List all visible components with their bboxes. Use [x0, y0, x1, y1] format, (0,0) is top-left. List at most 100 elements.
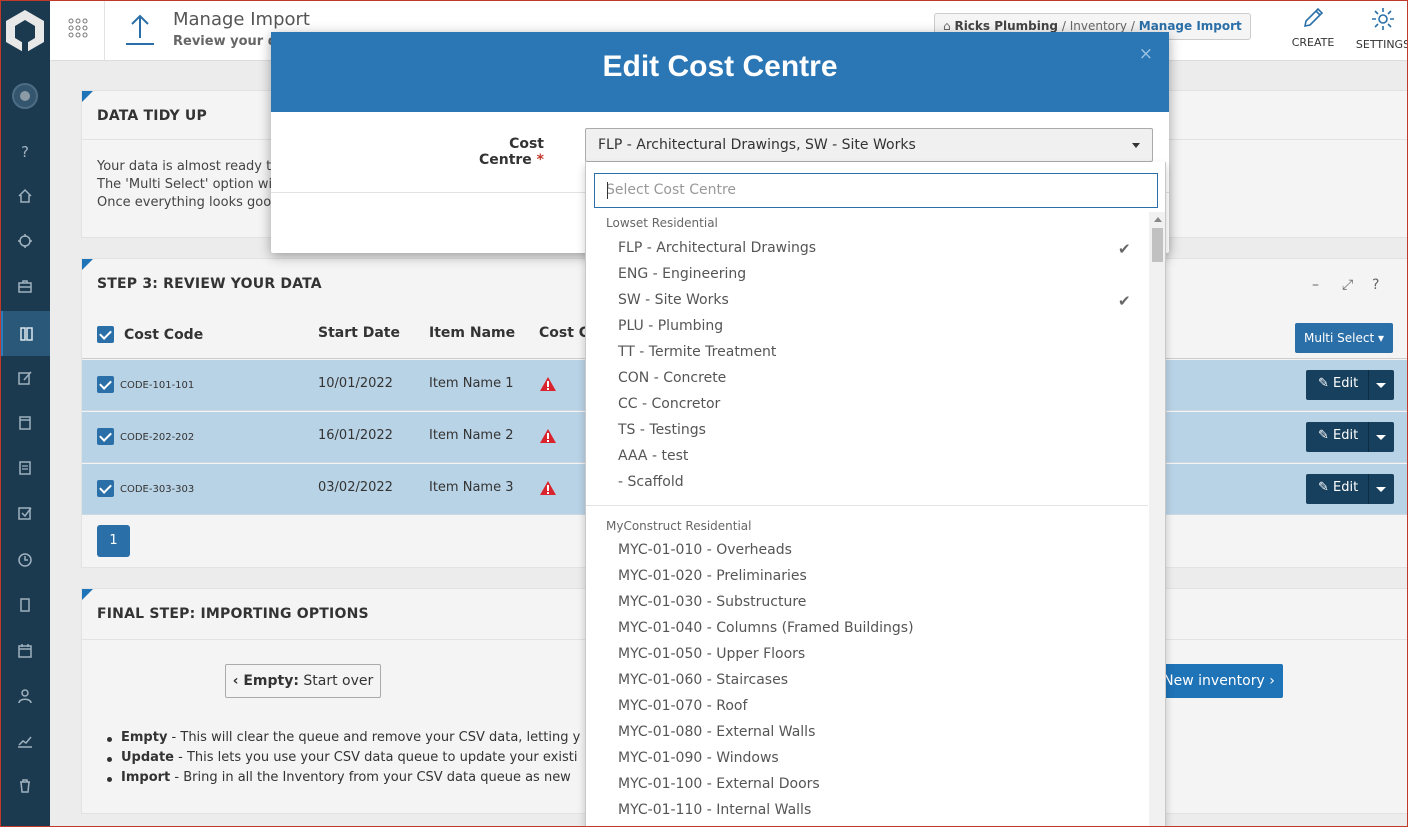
empty-start-over-button[interactable]: ‹ Empty: Start over: [225, 664, 381, 698]
option-item[interactable]: MYC-01-090 - Windows: [618, 750, 779, 766]
home-icon[interactable]: [0, 173, 50, 218]
option-item[interactable]: FLP - Architectural Drawings: [618, 240, 816, 256]
option-item[interactable]: MYC-01-110 - Internal Walls: [618, 802, 811, 818]
panel-corner-marker: [82, 589, 93, 600]
option-item[interactable]: CON - Concrete: [618, 370, 726, 386]
option-item[interactable]: - Scaffold: [618, 474, 684, 490]
edit-text: Edit: [1333, 428, 1359, 443]
item-name-cell: Item Name 2: [429, 428, 514, 443]
edit-dropdown-caret[interactable]: [1376, 383, 1386, 388]
apps-grid-icon[interactable]: [68, 18, 88, 42]
gear-icon: [1372, 8, 1394, 30]
close-icon[interactable]: ×: [1139, 44, 1153, 64]
option-item[interactable]: ENG - Engineering: [618, 266, 746, 282]
calendar-icon[interactable]: [0, 628, 50, 673]
row-checkbox[interactable]: [97, 480, 114, 497]
option-item[interactable]: MYC-01-060 - Staircases: [618, 672, 788, 688]
cost-centre-search-input[interactable]: Select Cost Centre: [594, 173, 1158, 208]
row-checkbox[interactable]: [97, 428, 114, 445]
panel-corner-marker: [82, 259, 93, 270]
expand-icon[interactable]: ⤢: [1342, 277, 1353, 293]
edit-button[interactable]: ✎ Edit: [1306, 474, 1394, 504]
option-item[interactable]: SW - Site Works: [618, 292, 729, 308]
dropdown-scrollbar[interactable]: [1149, 212, 1165, 826]
inventory-icon[interactable]: [0, 311, 50, 356]
option-item[interactable]: MYC-01-100 - External Doors: [618, 776, 820, 792]
settings-label: SETTINGS: [1355, 38, 1408, 51]
home-icon: ⌂: [943, 19, 951, 33]
option-item[interactable]: MYC-01-040 - Columns (Framed Buildings): [618, 620, 914, 636]
new-inventory-button[interactable]: New inventory ›: [1155, 664, 1283, 698]
item-name-cell: Item Name 3: [429, 480, 514, 495]
page-button[interactable]: 1: [97, 525, 130, 557]
option-item[interactable]: CC - Concretor: [618, 396, 720, 412]
briefcase-icon[interactable]: [0, 263, 50, 308]
select-all-checkbox[interactable]: [97, 326, 114, 343]
bullet-title: Update: [121, 750, 174, 765]
col-start-date[interactable]: Start Date: [318, 325, 400, 341]
multi-select-button[interactable]: Multi Select ▾: [1295, 323, 1393, 353]
tablet-icon[interactable]: [0, 582, 50, 627]
option-group-label: Lowset Residential: [606, 216, 718, 230]
breadcrumb-separator: /: [1130, 19, 1135, 33]
breadcrumb-home[interactable]: Ricks Plumbing: [954, 19, 1058, 33]
option-item[interactable]: MYC-01-050 - Upper Floors: [618, 646, 805, 662]
options-list: Lowset Residential FLP - Architectural D…: [586, 212, 1148, 826]
breadcrumb-current[interactable]: Manage Import: [1139, 19, 1242, 33]
scrollbar-thumb[interactable]: [1152, 228, 1163, 262]
edit-dropdown-caret[interactable]: [1376, 435, 1386, 440]
breadcrumb-separator: /: [1061, 19, 1066, 33]
check-icon: ✔: [1118, 292, 1131, 310]
option-item[interactable]: TS - Testings: [618, 422, 706, 438]
settings-button[interactable]: SETTINGS: [1353, 6, 1408, 51]
edit-icon[interactable]: [0, 355, 50, 400]
col-item-name[interactable]: Item Name: [429, 325, 515, 341]
minimize-icon[interactable]: –: [1312, 277, 1319, 293]
panel-title: STEP 3: REVIEW YOUR DATA: [97, 276, 322, 292]
multi-select-label: Multi Select: [1303, 331, 1375, 345]
option-item[interactable]: TT - Termite Treatment: [618, 344, 776, 360]
option-item[interactable]: MYC-01-010 - Overheads: [618, 542, 792, 558]
option-import: Import - Bring in all the Inventory from…: [107, 770, 571, 785]
option-item[interactable]: MYC-01-080 - External Walls: [618, 724, 815, 740]
option-item[interactable]: MYC-01-070 - Roof: [618, 698, 747, 714]
edit-dropdown-caret[interactable]: [1376, 487, 1386, 492]
scroll-up-arrow[interactable]: [1154, 217, 1162, 222]
option-item[interactable]: AAA - test: [618, 448, 688, 464]
document-icon[interactable]: [0, 400, 50, 445]
create-button[interactable]: CREATE: [1283, 6, 1343, 49]
cost-centre-dropdown: Select Cost Centre Lowset Residential FL…: [585, 162, 1166, 827]
breadcrumb-inventory[interactable]: Inventory: [1070, 19, 1127, 33]
clock-icon[interactable]: [0, 537, 50, 582]
cost-centre-label: Cost Centre *: [464, 136, 544, 168]
checkbox-icon[interactable]: [0, 490, 50, 535]
required-marker: *: [536, 152, 544, 168]
row-checkbox[interactable]: [97, 376, 114, 393]
help-icon[interactable]: ?: [0, 128, 50, 173]
edit-label: ✎ Edit: [1318, 376, 1359, 391]
warning-icon: [540, 481, 556, 495]
option-item[interactable]: MYC-01-020 - Preliminaries: [618, 568, 807, 584]
option-update: Update - This lets you use your CSV data…: [106, 750, 577, 765]
trash-icon[interactable]: [0, 763, 50, 808]
target-icon[interactable]: [0, 218, 50, 263]
panel-title: DATA TIDY UP: [97, 108, 207, 124]
header-divider: [104, 0, 105, 61]
cost-centre-select[interactable]: FLP - Architectural Drawings, SW - Site …: [585, 128, 1153, 162]
sidebar: ?: [0, 0, 50, 827]
option-item[interactable]: PLU - Plumbing: [618, 318, 723, 334]
bullet-title: Empty: [121, 730, 168, 745]
cost-code-cell: CODE-303-303: [120, 484, 195, 495]
edit-button[interactable]: ✎ Edit: [1306, 370, 1394, 400]
chart-icon[interactable]: [0, 718, 50, 763]
user-icon[interactable]: [0, 673, 50, 718]
option-item[interactable]: MYC-01-030 - Substructure: [618, 594, 806, 610]
col-cost-code[interactable]: Cost Code: [124, 327, 203, 343]
user-avatar[interactable]: [12, 83, 38, 109]
app-logo[interactable]: [0, 0, 50, 62]
invoice-icon[interactable]: [0, 445, 50, 490]
edit-button[interactable]: ✎ Edit: [1306, 422, 1394, 452]
start-date-cell: 03/02/2022: [318, 480, 393, 495]
help-icon[interactable]: ?: [1372, 277, 1379, 293]
create-label: CREATE: [1291, 36, 1335, 49]
